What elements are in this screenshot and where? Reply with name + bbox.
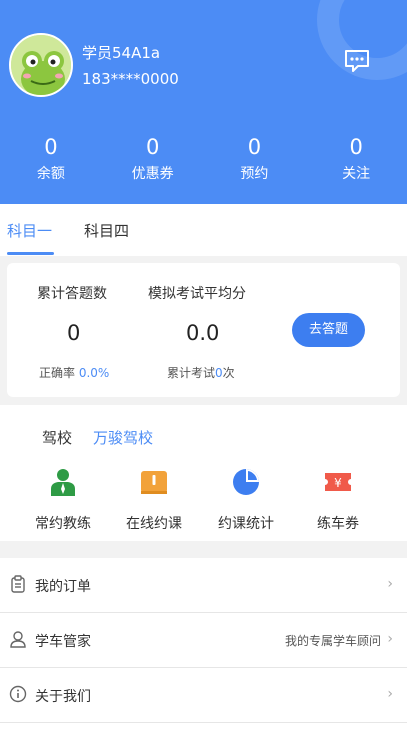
svg-text:¥: ¥ bbox=[334, 476, 342, 490]
menu-item-label: 关于我们 bbox=[35, 689, 91, 705]
coach-icon bbox=[51, 469, 75, 496]
stat-follows[interactable]: 0 关注 bbox=[305, 134, 407, 183]
avatar[interactable] bbox=[9, 33, 73, 97]
stat-balance[interactable]: 0 余额 bbox=[0, 134, 102, 183]
stat-coupons[interactable]: 0 优惠券 bbox=[102, 134, 204, 183]
feature-frequent-coach[interactable]: 常约教练 bbox=[18, 467, 108, 533]
feature-label: 在线约课 bbox=[126, 516, 182, 532]
tab-subject-four[interactable]: 科目四 bbox=[84, 220, 129, 241]
subject-tabs: 科目一 科目四 bbox=[0, 204, 407, 256]
stat-value: 0 bbox=[349, 135, 363, 159]
school-name[interactable]: 万骏驾校 bbox=[93, 427, 153, 448]
chevron-right-icon: › bbox=[387, 576, 393, 592]
menu-list: 我的订单 › 学车管家 我的专属学车顾问 › 关于我们 › bbox=[0, 558, 407, 734]
stat-label: 预约 bbox=[240, 166, 269, 182]
accuracy-row: 正确率 0.0% bbox=[39, 364, 109, 381]
clipboard-icon bbox=[11, 575, 25, 593]
exam-count-row: 累计考试0次 bbox=[167, 364, 235, 381]
stat-label: 余额 bbox=[36, 166, 65, 182]
stat-value: 0 bbox=[247, 135, 262, 159]
active-tab-indicator bbox=[7, 252, 54, 255]
tab-subject-one[interactable]: 科目一 bbox=[7, 220, 52, 241]
exam-count-value: 0 bbox=[215, 366, 223, 380]
username: 学员54A1a bbox=[82, 44, 161, 62]
menu-item-orders[interactable]: 我的订单 › bbox=[0, 558, 407, 613]
menu-item-subtext: 我的专属学车顾问 bbox=[284, 634, 381, 648]
exam-average-value: 0.0 bbox=[186, 321, 220, 345]
message-icon bbox=[345, 50, 369, 72]
message-button[interactable] bbox=[343, 48, 371, 74]
phone-number: 183****0000 bbox=[82, 70, 179, 88]
accuracy-value: 0.0% bbox=[78, 366, 110, 380]
stat-appointments[interactable]: 0 预约 bbox=[204, 134, 306, 183]
frog-avatar-icon bbox=[11, 35, 71, 95]
ticket-icon: ¥ bbox=[325, 473, 351, 491]
user-icon bbox=[10, 631, 26, 648]
practice-summary-card: 累计答题数 0 正确率 0.0% 模拟考试平均分 0.0 累计考试0次 去答题 bbox=[7, 263, 400, 397]
menu-item-label: 我的订单 bbox=[35, 579, 91, 595]
feature-label: 常约教练 bbox=[35, 516, 91, 532]
feature-label: 约课统计 bbox=[218, 516, 274, 532]
accuracy-label: 正确率 bbox=[39, 366, 76, 380]
stat-label: 优惠券 bbox=[131, 166, 174, 182]
school-label: 驾校 bbox=[42, 429, 73, 447]
driving-school-section: 驾校 万骏驾校 常约教练 在线约课 约课统计 ¥ 练车券 bbox=[0, 405, 407, 541]
chevron-right-icon: › bbox=[387, 686, 393, 702]
exam-count-prefix: 累计考试 bbox=[167, 366, 216, 380]
info-icon bbox=[9, 685, 27, 703]
exam-count-suffix: 次 bbox=[222, 366, 235, 380]
profile-header: 学员54A1a 183****0000 0 余额 0 优惠券 0 预约 0 关注 bbox=[0, 0, 407, 204]
menu-item-driving-manager[interactable]: 学车管家 我的专属学车顾问 › bbox=[0, 613, 407, 668]
stat-value: 0 bbox=[44, 135, 58, 159]
menu-item-label: 学车管家 bbox=[35, 634, 91, 650]
exam-average-label: 模拟考试平均分 bbox=[148, 286, 246, 302]
stat-value: 0 bbox=[145, 135, 160, 159]
go-answer-button[interactable]: 去答题 bbox=[292, 313, 365, 347]
feature-online-booking[interactable]: 在线约课 bbox=[109, 467, 199, 533]
answered-count-label: 累计答题数 bbox=[37, 286, 107, 302]
pie-chart-icon bbox=[233, 469, 259, 495]
stat-label: 关注 bbox=[342, 166, 371, 182]
stats-bar: 0 余额 0 优惠券 0 预约 0 关注 bbox=[0, 134, 407, 183]
book-icon bbox=[141, 471, 167, 494]
feature-practice-voucher[interactable]: ¥ 练车券 bbox=[293, 467, 383, 533]
feature-booking-stats[interactable]: 约课统计 bbox=[201, 467, 291, 533]
chevron-right-icon: › bbox=[387, 631, 393, 647]
answered-count-value: 0 bbox=[67, 321, 81, 345]
menu-item-about-us[interactable]: 关于我们 › bbox=[0, 668, 407, 723]
feature-label: 练车券 bbox=[317, 516, 359, 532]
